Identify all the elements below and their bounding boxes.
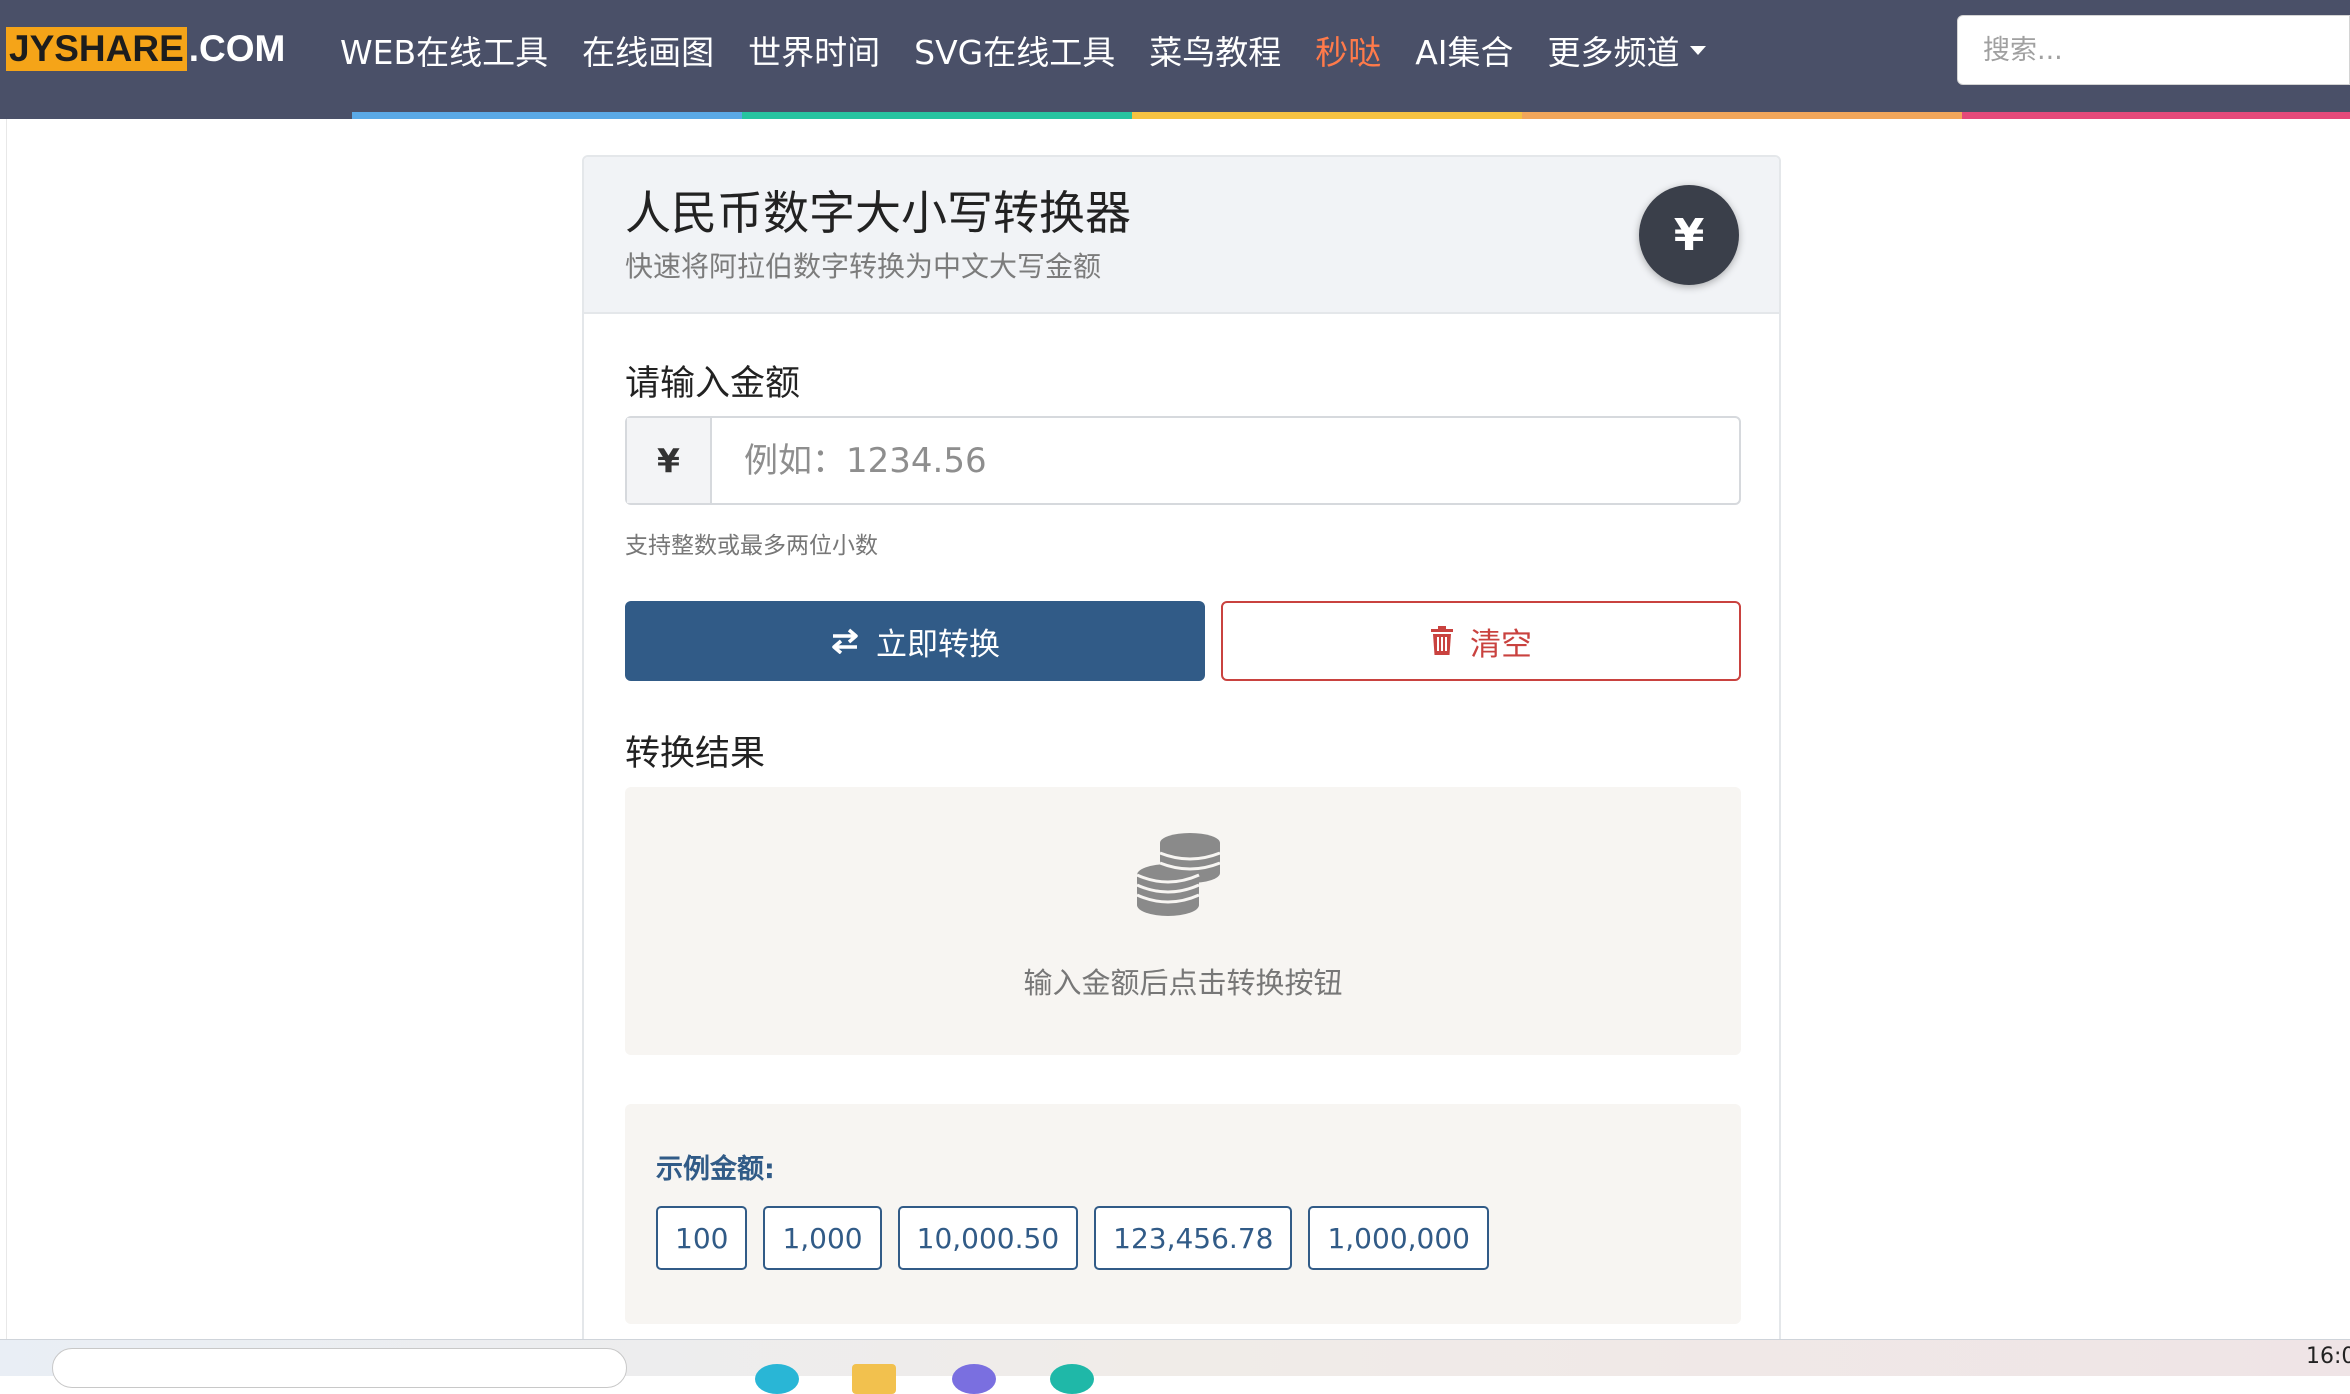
caret-down-icon [1689, 45, 1706, 55]
page-subtitle: 快速将阿拉伯数字转换为中文大写金额 [625, 250, 1102, 283]
top-navbar: JYSHARE .COM WEB在线工具 在线画图 世界时间 SVG在线工具 菜… [0, 0, 2350, 112]
convert-button[interactable]: 立即转换 [625, 601, 1205, 681]
nav-link-world-time[interactable]: 世界时间 [748, 26, 880, 74]
nav-link-ai-collection[interactable]: AI集合 [1415, 26, 1513, 74]
example-chip[interactable]: 1,000,000 [1308, 1206, 1489, 1270]
trash-icon [1430, 626, 1454, 656]
examples-title: 示例金额: [656, 1154, 775, 1185]
os-taskbar: 16:0 [0, 1339, 2350, 1394]
nav-link-miaoda[interactable]: 秒哒 [1315, 26, 1381, 74]
taskbar-search-box[interactable] [52, 1348, 627, 1388]
result-label: 转换结果 [625, 734, 766, 774]
page-title: 人民币数字大小写转换器 [625, 186, 1131, 240]
examples-panel: 示例金额: 100 1,000 10,000.50 123,456.78 1,0… [625, 1104, 1741, 1324]
example-chip[interactable]: 1,000 [763, 1206, 882, 1270]
currency-addon: ¥ [627, 418, 712, 503]
example-chip[interactable]: 10,000.50 [897, 1206, 1079, 1270]
site-search-input[interactable] [1957, 15, 2350, 85]
taskbar-app-icon[interactable] [952, 1364, 996, 1394]
yen-badge-icon: ¥ [1639, 185, 1739, 285]
result-panel: 输入金额后点击转换按钮 [625, 787, 1741, 1055]
coins-icon [1136, 833, 1221, 916]
nav-link-web-tools[interactable]: WEB在线工具 [340, 26, 548, 74]
nav-links: WEB在线工具 在线画图 世界时间 SVG在线工具 菜鸟教程 秒哒 AI集合 更… [340, 0, 1740, 100]
taskbar-browser-icon[interactable] [1050, 1364, 1094, 1394]
amount-input[interactable] [712, 418, 1739, 503]
nav-dropdown-more-channels[interactable]: 更多频道 [1548, 26, 1706, 74]
example-chip[interactable]: 123,456.78 [1094, 1206, 1293, 1270]
more-channels-label: 更多频道 [1547, 33, 1680, 72]
clear-button-label: 清空 [1470, 626, 1532, 663]
navbar-color-stripe [0, 112, 2350, 119]
exchange-arrows-icon [830, 628, 860, 654]
taskbar-folder-icon[interactable] [852, 1364, 896, 1394]
taskbar-app-icon[interactable] [755, 1364, 799, 1394]
converter-card: 人民币数字大小写转换器 快速将阿拉伯数字转换为中文大写金额 ¥ 请输入金额 ¥ … [582, 155, 1781, 1345]
taskbar-clock[interactable]: 16:0 [2306, 1344, 2350, 1369]
example-chip[interactable]: 100 [656, 1206, 748, 1270]
input-hint: 支持整数或最多两位小数 [625, 533, 878, 559]
clear-button[interactable]: 清空 [1221, 601, 1741, 681]
convert-button-label: 立即转换 [876, 626, 1000, 663]
logo-text-part2: .COM [188, 28, 286, 69]
nav-link-runoob-tutorial[interactable]: 菜鸟教程 [1149, 26, 1281, 74]
example-chips: 100 1,000 10,000.50 123,456.78 1,000,000 [656, 1206, 1505, 1270]
amount-label: 请输入金额 [625, 364, 801, 404]
page-left-border [6, 119, 7, 1339]
nav-link-svg-tools[interactable]: SVG在线工具 [914, 26, 1115, 74]
site-logo[interactable]: JYSHARE .COM [6, 27, 285, 71]
card-header: 人民币数字大小写转换器 快速将阿拉伯数字转换为中文大写金额 ¥ [584, 157, 1779, 314]
amount-input-group: ¥ [625, 416, 1741, 505]
nav-link-online-drawing[interactable]: 在线画图 [582, 26, 714, 74]
yen-icon: ¥ [657, 441, 680, 480]
logo-text-part1: JYSHARE [6, 27, 187, 71]
result-placeholder-text: 输入金额后点击转换按钮 [1023, 966, 1343, 1000]
yen-badge-symbol: ¥ [1673, 209, 1705, 261]
